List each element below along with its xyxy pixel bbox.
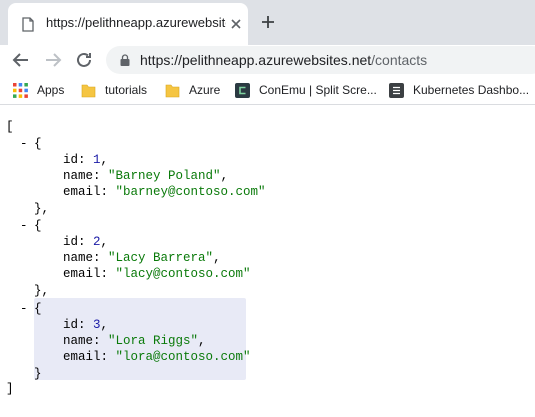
object-open-brace: {	[34, 137, 42, 151]
json-row-email: email: "lacy@contoso.com"	[63, 267, 251, 281]
url-path: /contacts	[371, 52, 428, 68]
json-row-name: name: "Lora Riggs",	[63, 334, 206, 348]
bookmark-tutorials[interactable]: tutorials	[81, 82, 161, 100]
object-close-brace: },	[34, 202, 50, 216]
url-text[interactable]: https://pelithneapp.azurewebsites.net/co…	[140, 52, 427, 68]
close-icon[interactable]	[228, 16, 244, 32]
close-bracket: ]	[6, 382, 14, 396]
address-bar[interactable]: https://pelithneapp.azurewebsites.net/co…	[106, 46, 535, 74]
bookmark-label: Azure	[189, 83, 221, 97]
conemu-icon	[235, 83, 250, 98]
object-close-brace: },	[34, 284, 50, 298]
back-arrow-icon[interactable]	[11, 50, 31, 70]
kubernetes-icon	[389, 83, 404, 98]
collapse-toggle[interactable]: -	[20, 218, 28, 234]
bookmarks-bar: Apps tutorials Azure ConEmu | Split Scre…	[0, 76, 535, 105]
apps-grid-icon	[13, 83, 28, 98]
page-icon	[22, 17, 34, 32]
json-viewer: [ - { id: 1, name: "Barney Poland", emai…	[0, 105, 535, 417]
bookmark-label: ConEmu | Split Scre...	[259, 83, 377, 97]
bookmark-apps[interactable]: Apps	[13, 82, 69, 100]
bookmark-label: tutorials	[105, 83, 148, 97]
collapse-toggle[interactable]: -	[20, 301, 28, 317]
lock-icon[interactable]	[120, 54, 130, 66]
open-bracket: [	[6, 120, 14, 134]
reload-icon[interactable]	[74, 50, 94, 70]
json-row-email: email: "barney@contoso.com"	[63, 185, 266, 199]
folder-icon	[81, 84, 96, 98]
bookmark-label: Apps	[37, 83, 65, 97]
bookmark-conemu[interactable]: ConEmu | Split Scre...	[235, 82, 377, 100]
tab-title: https://pelithneapp.azurewebsites	[46, 15, 226, 30]
bookmark-azure[interactable]: Azure	[165, 82, 227, 100]
object-open-brace: {	[34, 302, 42, 316]
forward-arrow-icon[interactable]	[43, 50, 63, 70]
active-tab[interactable]: https://pelithneapp.azurewebsites	[8, 3, 248, 45]
new-tab-icon[interactable]	[260, 14, 276, 30]
json-row-email: email: "lora@contoso.com"	[63, 350, 251, 364]
object-open-brace: {	[34, 219, 42, 233]
tab-strip: https://pelithneapp.azurewebsites	[0, 0, 535, 45]
collapse-toggle[interactable]: -	[20, 136, 28, 152]
json-row-name: name: "Barney Poland",	[63, 169, 229, 183]
object-close-brace: }	[34, 367, 42, 381]
bookmark-kubernetes[interactable]: Kubernetes Dashbo...	[389, 82, 535, 100]
bookmark-label: Kubernetes Dashbo...	[413, 83, 530, 97]
json-row-id: id: 1,	[63, 153, 109, 167]
url-host: https://pelithneapp.azurewebsites.net	[140, 52, 372, 68]
json-row-name: name: "Lacy Barrera",	[63, 251, 221, 265]
json-row-id: id: 2,	[63, 235, 109, 249]
json-row-id: id: 3,	[63, 318, 109, 332]
folder-icon	[165, 84, 180, 98]
toolbar: https://pelithneapp.azurewebsites.net/co…	[0, 45, 535, 76]
